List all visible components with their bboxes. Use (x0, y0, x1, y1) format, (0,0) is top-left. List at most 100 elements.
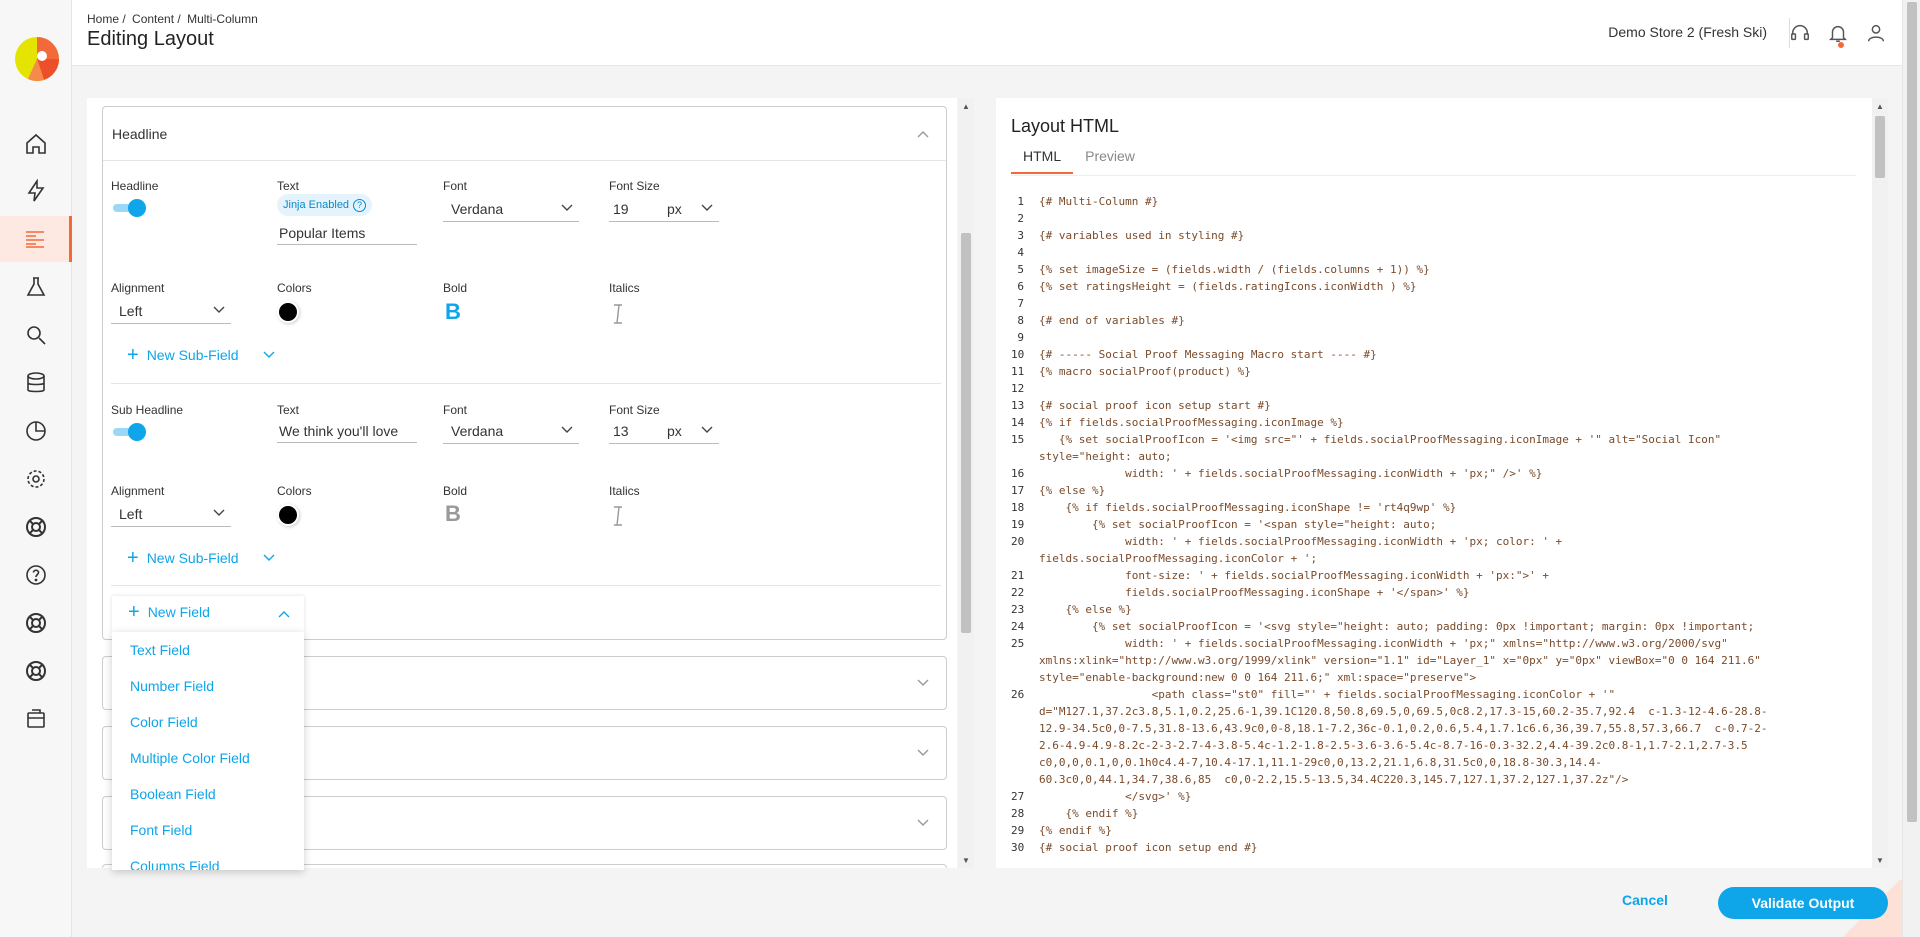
search-icon (27, 326, 46, 345)
line-number: 5 (1017, 263, 1024, 276)
chevron-down-icon (701, 426, 713, 433)
row-divider (111, 585, 941, 586)
code-scrollbar[interactable]: ▲ ▼ (1872, 98, 1888, 868)
scroll-thumb[interactable] (961, 233, 971, 633)
headline-section-header[interactable]: Headline (103, 107, 946, 161)
subheadline-alignment-select[interactable]: Left (111, 501, 231, 527)
breadcrumb-home[interactable]: Home / (87, 12, 126, 26)
breadcrumb-content[interactable]: Content / (132, 12, 181, 26)
database-icon (27, 372, 45, 393)
jinja-badge-text: Jinja Enabled (283, 199, 350, 211)
cancel-button[interactable]: Cancel (1622, 892, 1668, 908)
nav-analytics[interactable] (0, 408, 72, 454)
code-line: 23 {% else %} (1011, 601, 1856, 618)
new-field-button[interactable]: + New Field (112, 596, 304, 632)
subheadline-font-select[interactable]: Verdana (443, 418, 579, 444)
lifebuoy-icon (26, 613, 46, 633)
code-text: {% set socialProofIcon = '<svg style="he… (1039, 620, 1755, 633)
breadcrumb: Home / Content / Multi-Column (87, 12, 261, 26)
subheadline-text-input[interactable]: We think you'll love (277, 419, 417, 443)
page-scroll-thumb[interactable] (1907, 2, 1917, 822)
user-menu-button[interactable] (1863, 20, 1889, 46)
italic-icon[interactable] (611, 505, 625, 527)
menu-item-columns-field[interactable]: Columns Field (112, 848, 304, 870)
app-logo[interactable] (14, 36, 60, 82)
menu-item-number-field[interactable]: Number Field (112, 668, 304, 704)
headline-color-swatch[interactable] (279, 303, 297, 321)
nav-database[interactable] (0, 360, 72, 406)
scroll-up-arrow[interactable]: ▲ (962, 102, 970, 111)
menu-item-font-field[interactable]: Font Field (112, 812, 304, 848)
line-number: 19 (1011, 518, 1025, 531)
code-text: {# social proof icon setup end #} (1039, 841, 1258, 854)
nav-support-1[interactable] (0, 504, 72, 550)
code-text: {% set ratingsHeight = (fields.ratingIco… (1039, 280, 1417, 293)
headline-font-select[interactable]: Verdana (443, 196, 579, 222)
tab-html[interactable]: HTML (1011, 144, 1074, 174)
scroll-thumb[interactable] (1875, 116, 1885, 178)
headline-text-input[interactable]: Popular Items (277, 221, 417, 245)
scroll-down-arrow[interactable]: ▼ (1876, 856, 1884, 865)
menu-item-text-field[interactable]: Text Field (112, 632, 304, 668)
nav-help[interactable] (0, 552, 72, 598)
subheadline-font-size-input[interactable]: 13 px (609, 418, 719, 444)
line-number: 28 (1011, 807, 1025, 820)
headline-alignment-select[interactable]: Left (111, 298, 231, 324)
home-icon (26, 133, 46, 154)
subheadline-alignment-label: Alignment (111, 484, 165, 498)
tab-preview[interactable]: Preview (1073, 144, 1147, 174)
code-text: {% if fields.socialProofMessaging.iconIm… (1039, 416, 1344, 429)
italic-icon[interactable] (611, 303, 625, 325)
new-subfield-label: New Sub-Field (146, 347, 239, 363)
nav-content[interactable] (0, 216, 72, 262)
menu-item-color-field[interactable]: Color Field (112, 704, 304, 740)
code-text: {% set socialProofIcon = '<span style="h… (1039, 518, 1437, 531)
headline-new-subfield-button[interactable]: + New Sub-Field (127, 345, 275, 365)
validate-output-button[interactable]: Validate Output (1718, 887, 1888, 919)
new-field-button-content: + New Field (128, 602, 210, 622)
nav-support-3[interactable] (0, 648, 72, 694)
bell-icon (1828, 25, 1848, 42)
headline-unit: px (667, 201, 682, 217)
nav-home[interactable] (0, 121, 72, 167)
headline-font-size-label: Font Size (609, 179, 660, 193)
headline-alignment-value: Left (119, 303, 143, 319)
headline-font-size-input[interactable]: 19 px (609, 196, 719, 222)
page-scrollbar[interactable] (1902, 0, 1920, 937)
support-button[interactable] (1787, 20, 1813, 46)
code-text: {# social proof icon setup start #} (1039, 399, 1271, 412)
nav-automations[interactable] (0, 168, 72, 214)
fields-panel-scrollbar[interactable]: ▲ ▼ (958, 98, 974, 868)
headline-bold-toggle[interactable]: B (445, 299, 461, 325)
store-selector[interactable]: Demo Store 2 (Fresh Ski) (1608, 24, 1767, 40)
layout-html-panel: Layout HTML HTML Preview 1 {# Multi-Colum… (996, 98, 1872, 868)
headline-font-size-value: 19 (613, 201, 629, 217)
line-number: 4 (1017, 246, 1024, 259)
subheadline-italics-label: Italics (609, 484, 640, 498)
code-line: 15 {% set socialProofIcon = '<img src="'… (1011, 431, 1856, 465)
nav-support-2[interactable] (0, 600, 72, 646)
code-editor[interactable]: 1 {# Multi-Column #} 2 3 {# variables used i… (1011, 193, 1856, 856)
subheadline-toggle[interactable] (113, 423, 146, 441)
subheadline-new-subfield-button[interactable]: + New Sub-Field (127, 547, 275, 569)
code-line: 24 {% set socialProofIcon = '<svg style=… (1011, 618, 1856, 635)
code-line: 7 (1011, 295, 1856, 312)
jinja-badge[interactable]: Jinja Enabled? (277, 194, 373, 216)
menu-item-multiple-color-field[interactable]: Multiple Color Field (112, 740, 304, 776)
nav-settings[interactable] (0, 456, 72, 502)
scroll-up-arrow[interactable]: ▲ (1876, 102, 1884, 111)
plus-icon: + (127, 547, 139, 569)
new-field-label: New Field (147, 604, 210, 620)
subheadline-color-swatch[interactable] (279, 506, 297, 524)
headline-toggle[interactable] (113, 199, 146, 217)
nav-search[interactable] (0, 312, 72, 358)
code-text: {% set imageSize = (fields.width / (fiel… (1039, 263, 1430, 276)
lifebuoy-icon (26, 517, 46, 537)
menu-item-boolean-field[interactable]: Boolean Field (112, 776, 304, 812)
line-number: 14 (1011, 416, 1025, 429)
notifications-button[interactable] (1825, 20, 1851, 48)
nav-integrations[interactable] (0, 696, 72, 742)
scroll-down-arrow[interactable]: ▼ (962, 856, 970, 865)
nav-experiments[interactable] (0, 264, 72, 310)
subheadline-bold-toggle[interactable]: B (445, 501, 461, 527)
